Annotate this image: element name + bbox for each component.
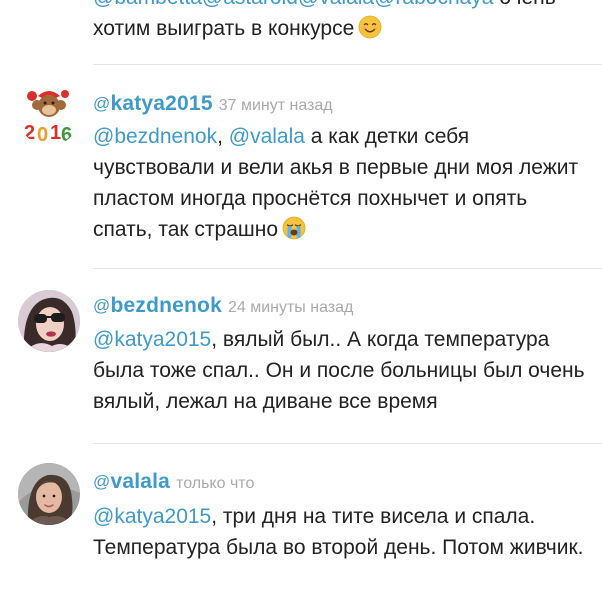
divider bbox=[93, 64, 602, 65]
divider bbox=[93, 268, 602, 269]
mention-link[interactable]: @valala bbox=[229, 125, 305, 148]
partial-text-1: очень bbox=[493, 0, 555, 9]
comment-text: @bezdnenok, @valala а как детки себя чув… bbox=[93, 121, 588, 245]
divider bbox=[93, 443, 602, 444]
svg-text:2: 2 bbox=[24, 122, 35, 144]
username-link[interactable]: @bezdnenok bbox=[93, 294, 222, 317]
smiling-face-emoji-icon bbox=[358, 15, 382, 39]
mention-link[interactable]: @katya2015 bbox=[93, 505, 211, 528]
partial-comment-line-1: @bambetta@astaroid@valala@rabochaya очен… bbox=[93, 0, 593, 13]
partial-mentions[interactable]: @bambetta@astaroid@valala@rabochaya bbox=[93, 0, 493, 9]
timestamp: только что bbox=[176, 475, 255, 492]
comment-meta: @bezdnenok 24 минуты назад bbox=[93, 294, 353, 318]
at-sign: @ bbox=[93, 94, 111, 113]
loudly-crying-face-emoji-icon bbox=[282, 216, 306, 240]
username: bezdnenok bbox=[110, 294, 222, 317]
avatar[interactable] bbox=[18, 463, 80, 525]
mention-link[interactable]: @katya2015 bbox=[93, 328, 211, 351]
username-link[interactable]: @katya2015 bbox=[93, 92, 213, 115]
comment-text: @katya2015, вялый был.. А когда температ… bbox=[93, 324, 588, 417]
username: valala bbox=[110, 470, 171, 493]
svg-text:1: 1 bbox=[50, 122, 61, 144]
username-link[interactable]: @valala bbox=[93, 470, 170, 493]
partial-text-2: хотим выиграть в конкурсе bbox=[93, 17, 355, 40]
comments-feed: @bambetta@astaroid@valala@rabochaya очен… bbox=[0, 0, 602, 600]
comment-meta: @katya2015 37 минут назад bbox=[93, 92, 333, 116]
mention-link[interactable]: @bezdnenok bbox=[93, 125, 217, 148]
comment-text: @katya2015, три дня на тите висела и спа… bbox=[93, 501, 588, 563]
monkey-avatar-icon: 2 0 1 6 bbox=[18, 84, 80, 146]
comment-meta: @valala только что bbox=[93, 470, 254, 494]
avatar[interactable] bbox=[18, 290, 80, 352]
username: katya2015 bbox=[110, 92, 213, 115]
at-sign: @ bbox=[93, 472, 111, 491]
timestamp: 37 минут назад bbox=[218, 97, 333, 114]
avatar[interactable]: 2 0 1 6 bbox=[18, 84, 80, 146]
at-sign: @ bbox=[93, 296, 111, 315]
woman-portrait-avatar-icon bbox=[18, 463, 80, 525]
svg-text:0: 0 bbox=[37, 124, 48, 146]
partial-comment: @bambetta@astaroid@valala@rabochaya очен… bbox=[93, 0, 593, 44]
svg-text:6: 6 bbox=[61, 124, 72, 146]
partial-comment-line-2: хотим выиграть в конкурсе bbox=[93, 13, 593, 44]
comment-separator: , bbox=[217, 125, 229, 148]
woman-sunglasses-avatar-icon bbox=[18, 290, 80, 352]
timestamp: 24 минуты назад bbox=[227, 299, 354, 316]
